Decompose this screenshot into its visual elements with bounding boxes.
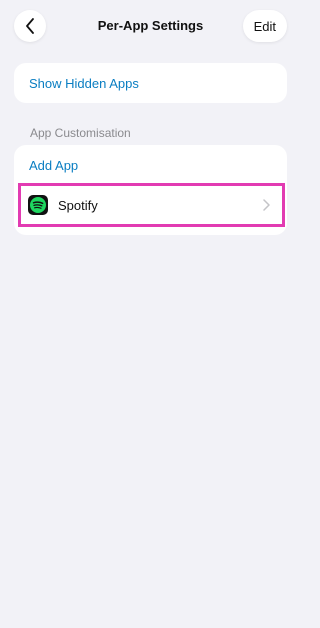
- chevron-right-icon: [263, 198, 270, 216]
- add-app-button[interactable]: Add App: [14, 145, 287, 185]
- navigation-bar: Per-App Settings Edit: [0, 8, 301, 48]
- app-name-label: Spotify: [58, 197, 98, 213]
- spotify-icon: [28, 195, 48, 215]
- section-header-app-customisation: App Customisation: [30, 126, 131, 140]
- edit-button[interactable]: Edit: [242, 10, 287, 42]
- show-hidden-apps-button[interactable]: Show Hidden Apps: [14, 63, 287, 103]
- hidden-apps-card: Show Hidden Apps: [14, 63, 287, 103]
- app-row-spotify[interactable]: Spotify: [18, 183, 285, 227]
